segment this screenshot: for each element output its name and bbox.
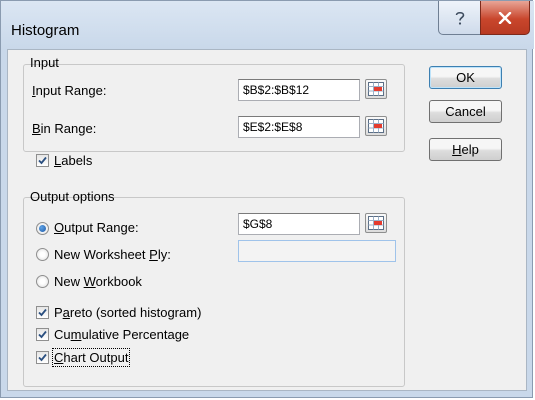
- labels-checkbox[interactable]: [36, 154, 49, 167]
- help-button[interactable]: Help: [429, 138, 502, 161]
- range-select-icon: [368, 119, 384, 133]
- input-range-label: Input Range:: [32, 83, 107, 98]
- pareto-checkbox[interactable]: [36, 306, 49, 319]
- bin-range-label: Bin Range:: [32, 121, 97, 136]
- close-button[interactable]: [480, 1, 530, 35]
- new-worksheet-name-field[interactable]: [238, 240, 396, 262]
- help-caption-button[interactable]: [438, 1, 481, 35]
- new-worksheet-label: New Worksheet Ply:: [54, 247, 171, 262]
- chart-output-label: Chart Output: [51, 348, 131, 367]
- range-select-icon: [368, 216, 384, 230]
- input-range-field[interactable]: $B$2:$B$12: [238, 79, 360, 101]
- output-range-label: Output Range:: [54, 220, 139, 235]
- pareto-label: Pareto (sorted histogram): [54, 305, 202, 320]
- labels-checkbox-label: Labels: [54, 153, 93, 168]
- cancel-button[interactable]: Cancel: [429, 100, 502, 123]
- output-options-title: Output options: [30, 189, 115, 204]
- checkmark-icon: [38, 353, 47, 362]
- close-icon: [498, 11, 512, 24]
- dialog-client-area: Input Input Range: $B$2:$B$12 Bin Range:…: [7, 49, 527, 391]
- output-range-radio[interactable]: [36, 222, 49, 235]
- title-bar: Histogram: [1, 1, 534, 49]
- bin-range-refedit-button[interactable]: [365, 116, 387, 136]
- new-worksheet-radio[interactable]: [36, 248, 49, 261]
- checkmark-icon: [38, 330, 47, 339]
- input-range-refedit-button[interactable]: [365, 79, 387, 99]
- cumulative-percentage-checkbox[interactable]: [36, 328, 49, 341]
- new-workbook-label: New Workbook: [54, 274, 142, 289]
- checkmark-icon: [38, 308, 47, 317]
- output-range-refedit-button[interactable]: [365, 213, 387, 233]
- input-group-title: Input: [30, 55, 59, 70]
- histogram-dialog: Histogram Input Input Range: $B$2:$B$12: [0, 0, 534, 398]
- radio-selected-dot: [39, 225, 46, 232]
- bin-range-field[interactable]: $E$2:$E$8: [238, 116, 360, 138]
- checkmark-icon: [38, 156, 47, 165]
- input-group: [23, 64, 405, 152]
- dialog-title: Histogram: [11, 22, 80, 39]
- cumulative-percentage-label: Cumulative Percentage: [54, 327, 190, 342]
- output-range-field[interactable]: $G$8: [238, 213, 360, 235]
- new-workbook-radio[interactable]: [36, 275, 49, 288]
- ok-button[interactable]: OK: [429, 66, 502, 89]
- range-select-icon: [368, 82, 384, 96]
- chart-output-checkbox[interactable]: [36, 351, 49, 364]
- question-mark-icon: [455, 11, 464, 25]
